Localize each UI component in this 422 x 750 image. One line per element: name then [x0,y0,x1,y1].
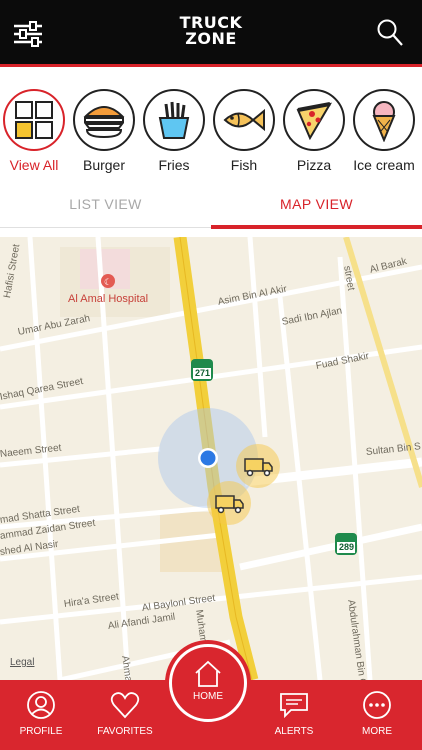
map-view[interactable]: ☾ Al Amal Hospital 271 289 Hafisi Street… [0,237,422,680]
fish-icon [213,89,275,151]
poi-label[interactable]: Al Amal Hospital [68,293,148,305]
heart-icon [110,690,140,720]
category-label: View All [9,157,59,173]
pizza-icon [283,89,345,151]
category-label: Fries [158,157,190,173]
top-header: TRUCK ZONE [0,0,422,64]
ice-cream-icon [353,89,415,151]
category-burger[interactable]: Burger [71,89,137,173]
category-ice-cream[interactable]: Ice cream [351,89,417,173]
profile-icon [26,690,56,720]
category-label: Burger [82,157,126,173]
nav-label: FAVORITES [97,726,153,737]
grid-icon [3,89,65,151]
view-tabs: LIST VIEW MAP VIEW [0,179,422,233]
svg-text:☾: ☾ [104,278,112,288]
chat-alert-icon [279,690,309,720]
category-label: Ice cream [353,157,415,173]
nav-label: MORE [362,726,392,737]
nav-alerts[interactable]: ALERTS [268,680,320,750]
fries-icon [143,89,205,151]
app-logo: TRUCK ZONE [180,15,243,47]
route-shield-289: 289 [339,542,355,552]
nav-favorites[interactable]: FAVORITES [92,680,158,750]
more-icon [362,690,392,720]
map-canvas: ☾ [0,237,422,680]
category-fries[interactable]: Fries [141,89,207,173]
category-view-all[interactable]: View All [1,89,67,173]
nav-label: PROFILE [19,726,63,737]
nav-label: ALERTS [274,726,314,737]
category-pizza[interactable]: Pizza [281,89,347,173]
home-icon [193,659,223,689]
search-icon[interactable] [376,18,404,48]
category-label: Fish [230,157,258,173]
tab-active-indicator [211,225,422,229]
category-strip: View All Burger Fries Fish Pizza Ice cre… [0,67,422,179]
nav-more[interactable]: MORE [352,680,402,750]
category-fish[interactable]: Fish [211,89,277,173]
nav-label: HOME [193,691,223,702]
burger-icon [73,89,135,151]
nav-profile[interactable]: PROFILE [10,680,72,750]
logo-line-2: ZONE [185,29,237,48]
category-label: Pizza [296,157,332,173]
route-shield-271: 271 [195,368,211,378]
map-legal-link[interactable]: Legal [10,657,34,668]
app-root: TRUCK ZONE View All Burger Fries Fish Pi… [0,0,422,750]
sliders-icon[interactable] [12,20,44,48]
tab-list-view[interactable]: LIST VIEW [0,179,211,233]
nav-home-button[interactable]: HOME [169,644,247,722]
